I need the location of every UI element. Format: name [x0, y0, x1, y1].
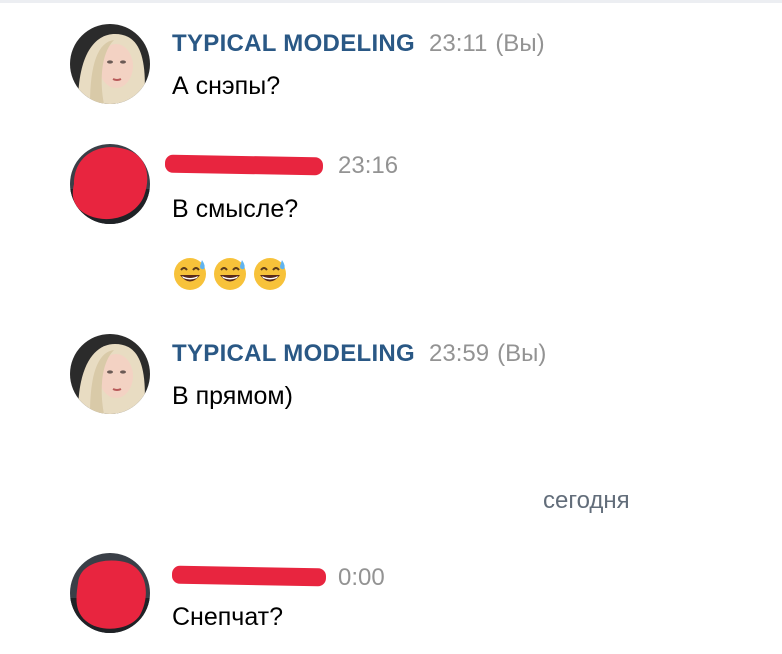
- message-text: Снепчат?: [172, 603, 284, 631]
- message-time[interactable]: 0:00: [338, 564, 385, 591]
- author-name[interactable]: TYPICAL MODELING: [172, 30, 415, 57]
- message-header: TYPICAL MODELING 23:11 (Вы): [172, 30, 545, 60]
- message-time[interactable]: 23:11: [429, 30, 487, 57]
- avatar-redacted-photo: [70, 553, 150, 633]
- avatar-redacted[interactable]: [70, 553, 150, 633]
- message-header: TYPICAL MODELING 23:59 (Вы): [172, 340, 546, 370]
- message-time[interactable]: 23:16: [338, 152, 398, 179]
- avatar-redacted-photo: [70, 144, 150, 224]
- message-header: 23:16: [338, 152, 398, 182]
- author-name[interactable]: TYPICAL MODELING: [172, 340, 415, 367]
- sweat-smile-emoji: [214, 258, 246, 290]
- you-label: (Вы): [497, 340, 547, 367]
- message-text: В смысле?: [172, 195, 299, 223]
- sweat-smile-emoji: [174, 258, 206, 290]
- avatar-photo: [70, 334, 150, 414]
- message-header: 0:00: [338, 564, 385, 594]
- author-name-redacted[interactable]: [164, 154, 324, 176]
- avatar-typical-modeling[interactable]: [70, 24, 150, 104]
- you-label: (Вы): [495, 30, 545, 57]
- message-text: А снэпы?: [172, 72, 281, 100]
- avatar-photo: [70, 24, 150, 104]
- sweat-smile-emoji: [254, 258, 286, 290]
- message-time[interactable]: 23:59: [429, 340, 489, 367]
- message-text: В прямом): [172, 382, 293, 410]
- top-divider: [0, 0, 782, 3]
- author-name-redacted[interactable]: [171, 565, 327, 587]
- emoji-row: [172, 256, 288, 292]
- avatar-redacted[interactable]: [70, 144, 150, 224]
- date-separator: сегодня: [543, 487, 630, 514]
- avatar-typical-modeling[interactable]: [70, 334, 150, 414]
